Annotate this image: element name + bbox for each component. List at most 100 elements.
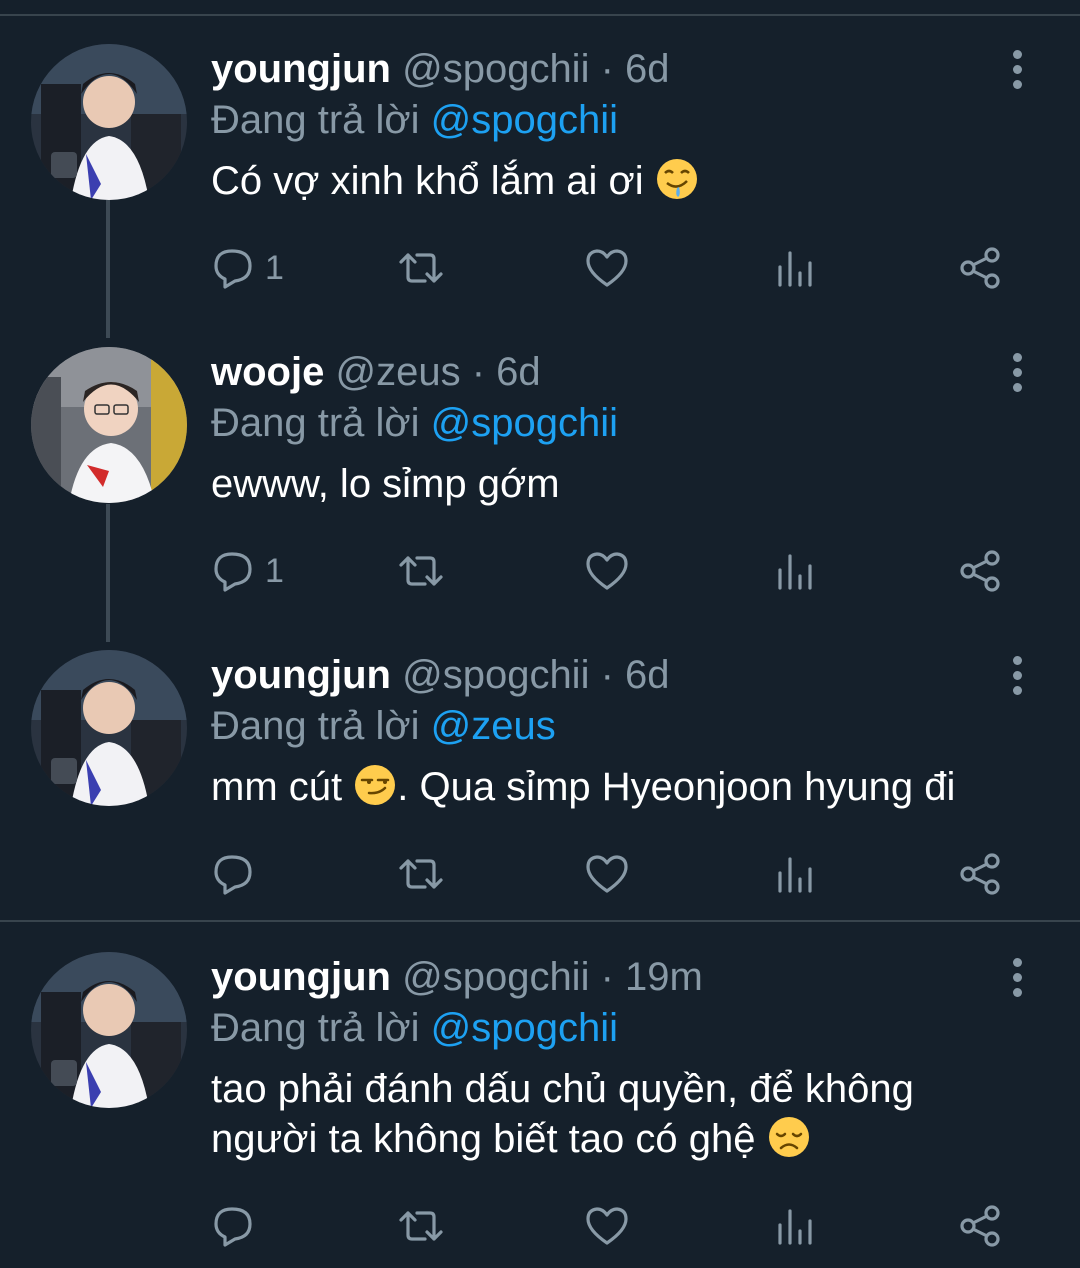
tweet-text-content: Có vợ xinh khổ lắm ai ơi — [211, 159, 655, 203]
retweet-icon — [399, 253, 443, 283]
replying-to-label: Đang trả lời — [211, 704, 431, 748]
avatar[interactable] — [31, 952, 187, 1108]
tweet[interactable]: youngjun @spogchii · 19m Đang trả lời @s… — [0, 952, 1080, 1262]
username[interactable]: @spogchii — [402, 47, 589, 91]
avatar[interactable] — [31, 650, 187, 806]
retweet-icon — [399, 859, 443, 889]
timestamp[interactable]: 6d — [625, 47, 670, 91]
reply-button[interactable] — [211, 844, 265, 904]
tweet[interactable]: wooje @zeus · 6d Đang trả lời @spogchii … — [0, 347, 1080, 617]
share-icon — [960, 853, 1000, 895]
analytics-icon — [778, 857, 812, 893]
more-dot — [1012, 352, 1022, 362]
analytics-icon — [778, 554, 812, 590]
tweet-actions — [0, 844, 1080, 904]
tweet-header: wooje @zeus · 6d — [211, 347, 541, 397]
retweet-icon — [399, 1211, 443, 1241]
timestamp[interactable]: 6d — [625, 653, 670, 697]
tweet-text-content: mm cút — [211, 765, 354, 809]
separator-dot: · — [460, 350, 497, 394]
heart-icon — [586, 249, 628, 287]
replying-to-label: Đang trả lời — [211, 98, 431, 142]
mention-link[interactable]: @zeus — [431, 704, 556, 748]
more-dot — [1012, 367, 1022, 377]
share-icon — [960, 1205, 1000, 1247]
reply-button[interactable]: 1 — [211, 541, 284, 601]
more-dot — [1012, 49, 1022, 59]
display-name[interactable]: youngjun — [211, 653, 391, 697]
like-button[interactable] — [584, 238, 630, 298]
replying-to: Đang trả lời @spogchii — [211, 397, 618, 449]
heart-icon — [586, 552, 628, 590]
retweet-button[interactable] — [398, 1196, 444, 1256]
more-dot — [1012, 64, 1022, 74]
display-name[interactable]: youngjun — [211, 47, 391, 91]
tweet-text: mm cút . Qua sỉmp Hyeonjoon hyung đi — [211, 762, 1031, 812]
separator-dot: · — [589, 653, 626, 697]
timestamp[interactable]: 6d — [496, 350, 541, 394]
like-button[interactable] — [584, 1196, 630, 1256]
more-dot — [1012, 655, 1022, 665]
like-button[interactable] — [584, 844, 630, 904]
more-dot — [1012, 972, 1022, 982]
divider — [0, 14, 1080, 16]
more-dot — [1012, 987, 1022, 997]
display-name[interactable]: youngjun — [211, 955, 391, 999]
reply-button[interactable]: 1 — [211, 238, 284, 298]
more-options-button[interactable] — [1000, 347, 1034, 397]
mention-link[interactable]: @spogchii — [431, 98, 618, 142]
reply-icon — [214, 552, 252, 592]
tweet-text-content: ewww, lo sỉmp gớm — [211, 462, 560, 506]
replying-to-label: Đang trả lời — [211, 401, 431, 445]
tweet-text: tao phải đánh dấu chủ quyền, để không ng… — [211, 1064, 971, 1164]
analytics-button[interactable] — [772, 541, 818, 601]
tweet-text-content: . Qua sỉmp Hyeonjoon hyung đi — [397, 765, 956, 809]
tweet-text: Có vợ xinh khổ lắm ai ơi — [211, 156, 1031, 206]
share-button[interactable] — [958, 1196, 1004, 1256]
username[interactable]: @spogchii — [402, 653, 589, 697]
retweet-button[interactable] — [398, 541, 444, 601]
share-button[interactable] — [958, 541, 1004, 601]
heart-icon — [586, 855, 628, 893]
username[interactable]: @spogchii — [402, 955, 589, 999]
retweet-button[interactable] — [398, 844, 444, 904]
tweet[interactable]: youngjun @spogchii · 6d Đang trả lời @sp… — [0, 44, 1080, 314]
reply-button[interactable] — [211, 1196, 265, 1256]
more-options-button[interactable] — [1000, 44, 1034, 94]
heart-icon — [586, 1207, 628, 1245]
tweet[interactable]: youngjun @spogchii · 6d Đang trả lời @ze… — [0, 650, 1080, 910]
mention-link[interactable]: @spogchii — [431, 401, 618, 445]
more-dot — [1012, 957, 1022, 967]
smirking-face-icon — [353, 763, 397, 807]
conversation-thread: youngjun @spogchii · 6d Đang trả lời @sp… — [0, 0, 1080, 1268]
avatar[interactable] — [31, 347, 187, 503]
replying-to: Đang trả lời @spogchii — [211, 1002, 618, 1054]
replying-to: Đang trả lời @zeus — [211, 700, 556, 752]
timestamp[interactable]: 19m — [625, 955, 703, 999]
separator-dot: · — [589, 955, 626, 999]
tweet-actions — [0, 1196, 1080, 1256]
avatar[interactable] — [31, 44, 187, 200]
analytics-button[interactable] — [772, 1196, 818, 1256]
more-options-button[interactable] — [1000, 650, 1034, 700]
more-dot — [1012, 685, 1022, 695]
retweet-icon — [399, 556, 443, 586]
mention-link[interactable]: @spogchii — [431, 1006, 618, 1050]
share-icon — [960, 247, 1000, 289]
drooling-face-icon — [655, 157, 699, 201]
separator-dot: · — [589, 47, 626, 91]
more-options-button[interactable] — [1000, 952, 1034, 1002]
reply-icon — [214, 249, 252, 289]
replying-to: Đang trả lời @spogchii — [211, 94, 618, 146]
username[interactable]: @zeus — [335, 350, 460, 394]
analytics-icon — [778, 251, 812, 287]
display-name[interactable]: wooje — [211, 350, 324, 394]
share-button[interactable] — [958, 238, 1004, 298]
analytics-button[interactable] — [772, 844, 818, 904]
disappointed-face-icon — [767, 1115, 811, 1159]
share-icon — [960, 550, 1000, 592]
share-button[interactable] — [958, 844, 1004, 904]
like-button[interactable] — [584, 541, 630, 601]
retweet-button[interactable] — [398, 238, 444, 298]
analytics-button[interactable] — [772, 238, 818, 298]
